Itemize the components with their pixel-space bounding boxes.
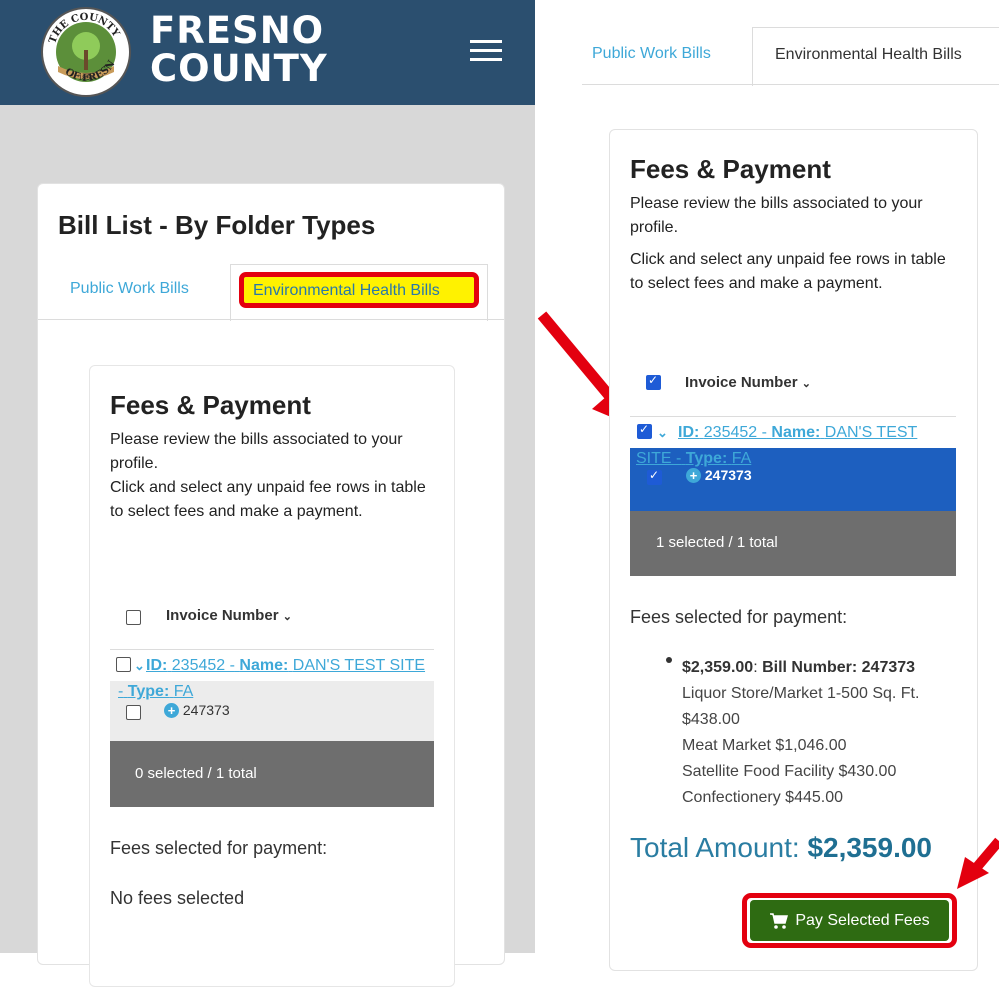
fee-line-meat: Meat Market $1,046.00 — [682, 737, 847, 754]
hamburger-menu-icon[interactable] — [470, 40, 502, 62]
tabs-divider — [38, 319, 504, 320]
pay-button-label: Pay Selected Fees — [795, 911, 930, 929]
bill-number-text: 247373 — [182, 702, 230, 718]
select-all-checkbox[interactable] — [126, 610, 141, 625]
card-title: Bill List - By Folder Types — [58, 210, 376, 240]
right-fees-selected-heading: Fees selected for payment: — [630, 607, 848, 627]
bill-amount: $2,359.00 — [682, 659, 754, 676]
red-arrow-annotation — [957, 837, 999, 889]
right-fees-description-1: Please review the bills associated to yo… — [630, 195, 923, 236]
bill-number-label: Bill Number: 247373 — [762, 659, 916, 676]
link-name-label: Name: — [239, 657, 289, 674]
fees-description-1: Please review the bills associated to yo… — [110, 431, 403, 472]
right-bill-row-checkbox[interactable] — [647, 468, 662, 485]
no-fees-text: No fees selected — [110, 888, 245, 908]
selection-footer: 0 selected / 1 total — [110, 741, 434, 807]
link-type-value: FA — [173, 683, 194, 700]
right-link-name-label: Name: — [771, 424, 821, 441]
right-tabs-divider — [582, 84, 999, 85]
right-tab-public-work-bills[interactable]: Public Work Bills — [592, 45, 711, 63]
bill-row-checkbox[interactable] — [126, 705, 141, 720]
bill-number: + 247373 — [164, 702, 230, 718]
left-panel: THE COUNTY OF FRESNO 1856 FRESNO COUNTY … — [0, 0, 535, 987]
fees-selected-heading: Fees selected for payment: — [110, 838, 328, 858]
right-select-all-checkbox[interactable] — [646, 373, 661, 390]
right-link-type-value: FA — [731, 450, 752, 467]
tab-environmental-health-label[interactable]: Environmental Health Bills — [253, 282, 440, 300]
bullet-dot — [666, 657, 672, 663]
seal-year: 1856 — [78, 75, 94, 82]
fee-line-confectionery: Confectionery $445.00 — [682, 789, 843, 806]
right-link-id-value: 235452 - — [703, 424, 767, 441]
bill-list-card: Bill List - By Folder Types Public Work … — [37, 183, 505, 987]
header-divider — [110, 649, 434, 650]
right-tab-environmental-health-label[interactable]: Environmental Health Bills — [775, 46, 962, 64]
invoice-number-header[interactable]: Invoice Number ⌄ — [166, 607, 292, 624]
chevron-down-icon: ⌄ — [134, 658, 145, 673]
right-selection-count: 1 selected / 1 total — [656, 534, 778, 551]
right-invoice-number-header[interactable]: Invoice Number ⌄ — [685, 374, 811, 391]
fee-line-liquor: Liquor Store/Market 1-500 Sq. Ft. $438.0… — [682, 685, 920, 728]
plus-circle-icon[interactable]: + — [686, 468, 701, 483]
right-bill-number: + 247373 — [686, 467, 752, 483]
right-fees-description-2: Click and select any unpaid fee rows in … — [630, 251, 946, 292]
county-name-line1: FRESNO — [150, 9, 325, 52]
total-amount-label: Total Amount: — [630, 832, 800, 863]
chevron-down-icon: ⌄ — [657, 425, 668, 440]
right-header-divider — [630, 416, 956, 417]
site-header: THE COUNTY OF FRESNO 1856 FRESNO COUNTY — [0, 0, 535, 105]
group-folder-link[interactable]: ⌄ ID: 235452 - Name: DAN'S TEST SITE - T… — [118, 653, 428, 705]
total-amount-value: $2,359.00 — [807, 832, 933, 863]
county-name: FRESNO COUNTY — [150, 12, 328, 88]
selection-count: 0 selected / 1 total — [135, 765, 257, 782]
right-selection-footer: 1 selected / 1 total — [630, 511, 956, 576]
fees-payment-panel: Fees & Payment Please review the bills a… — [89, 365, 455, 987]
link-id-label: ID: — [146, 657, 168, 674]
plus-circle-icon[interactable]: + — [164, 703, 179, 718]
county-seal-logo: THE COUNTY OF FRESNO 1856 — [40, 6, 131, 97]
invoice-number-header-label: Invoice Number — [166, 607, 279, 624]
link-id-value: 235452 - — [171, 657, 235, 674]
cart-icon — [770, 912, 789, 929]
right-bill-number-text: 247373 — [704, 467, 752, 483]
fees-payment-title: Fees & Payment — [110, 390, 311, 420]
right-invoice-number-header-label: Invoice Number — [685, 374, 798, 391]
total-amount: Total Amount: $2,359.00 — [630, 832, 932, 864]
right-fees-payment-title: Fees & Payment — [630, 154, 831, 184]
chevron-down-icon: ⌄ — [801, 378, 811, 390]
county-name-line2: COUNTY — [150, 47, 328, 90]
fees-description-2: Click and select any unpaid fee rows in … — [110, 479, 426, 520]
fee-breakdown-list: $2,359.00: Bill Number: 247373 Liquor St… — [682, 655, 952, 811]
tab-public-work-bills[interactable]: Public Work Bills — [70, 280, 189, 298]
link-type-label: Type: — [127, 683, 170, 700]
fee-line-satellite: Satellite Food Facility $430.00 — [682, 763, 897, 780]
right-group-folder-link[interactable]: ⌄ ID: 235452 - Name: DAN'S TEST SITE - T… — [636, 420, 956, 472]
right-link-id-label: ID: — [678, 424, 700, 441]
right-link-type-label: Type: — [685, 450, 728, 467]
chevron-down-icon: ⌄ — [282, 611, 292, 623]
pay-selected-fees-button[interactable]: Pay Selected Fees — [750, 900, 949, 941]
